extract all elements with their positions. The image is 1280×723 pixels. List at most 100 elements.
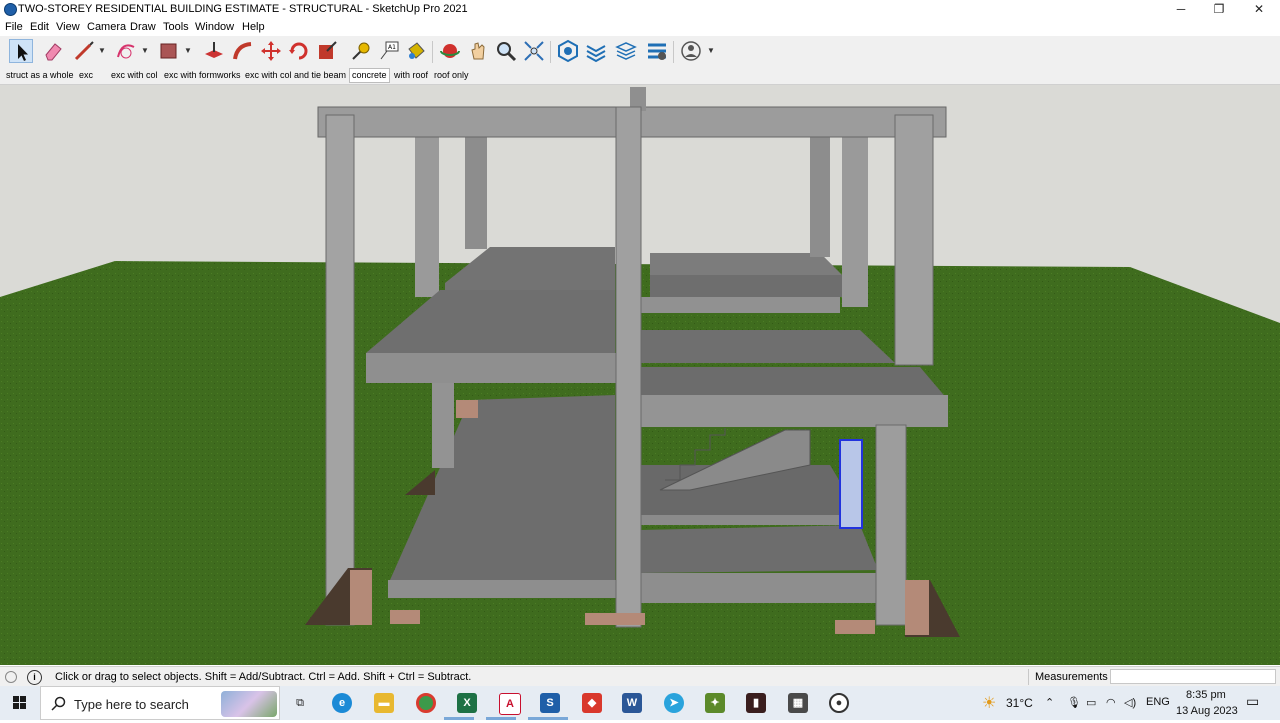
- search-highlight-image: [221, 691, 277, 717]
- layout-icon[interactable]: [614, 39, 638, 63]
- eraser-icon[interactable]: [41, 39, 65, 63]
- battery-icon[interactable]: ▭: [1086, 696, 1096, 709]
- chevron-down-icon[interactable]: ▼: [707, 46, 715, 55]
- move-icon[interactable]: [259, 39, 283, 63]
- sketchup-taskbar-icon[interactable]: S: [540, 693, 560, 713]
- chevron-down-icon[interactable]: ▼: [98, 46, 106, 55]
- volume-icon[interactable]: ◁): [1124, 696, 1136, 709]
- scene-tab-exc[interactable]: exc: [77, 69, 95, 82]
- spreadsheet-app-icon[interactable]: ✦: [705, 693, 725, 713]
- push-pull-icon[interactable]: [202, 39, 226, 63]
- wifi-icon[interactable]: ◠: [1106, 696, 1116, 709]
- recorder-icon[interactable]: ●: [829, 693, 849, 713]
- weather-icon[interactable]: ☀: [982, 693, 996, 713]
- scene-tab-with-roof[interactable]: with roof: [392, 69, 430, 82]
- arc-icon[interactable]: [114, 39, 138, 63]
- weather-temperature[interactable]: 31°C: [1006, 696, 1033, 710]
- restore-button[interactable]: ❐: [1199, 0, 1239, 20]
- pan-icon[interactable]: [466, 39, 490, 63]
- scene-tab-exc-with-col[interactable]: exc with col: [109, 69, 160, 82]
- chevron-down-icon[interactable]: ▼: [184, 46, 192, 55]
- status-divider: [1028, 669, 1029, 685]
- chrome-icon[interactable]: [416, 693, 436, 713]
- notification-icon[interactable]: ▭: [1246, 693, 1259, 710]
- sketchup-red-icon[interactable]: ◆: [582, 693, 602, 713]
- toolbar-separator: [432, 41, 433, 63]
- second-floor-slab-right: [640, 330, 895, 363]
- paint-bucket-icon[interactable]: [404, 39, 428, 63]
- close-button[interactable]: ✕: [1239, 0, 1279, 20]
- scene-tab-struct-as-a-whole[interactable]: struct as a whole: [4, 69, 76, 82]
- edge-browser-icon[interactable]: e: [332, 693, 352, 713]
- taskbar-search-box[interactable]: Type here to search: [40, 686, 280, 720]
- file-explorer-icon[interactable]: ▬: [374, 693, 394, 713]
- menu-view[interactable]: View: [56, 21, 80, 33]
- chevron-down-icon[interactable]: ▼: [141, 46, 149, 55]
- scene-tab-roof-only[interactable]: roof only: [432, 69, 471, 82]
- selected-stair-rail: [839, 439, 863, 529]
- windows-taskbar: Type here to search ⧉ e ▬ X A S ◆ W ➤ ✦ …: [0, 686, 1280, 720]
- zoom-icon[interactable]: [494, 39, 518, 63]
- telegram-icon[interactable]: ➤: [664, 693, 684, 713]
- menu-window[interactable]: Window: [195, 21, 234, 33]
- scene-tab-exc-with-col-and-tie-beam[interactable]: exc with col and tie beam: [243, 69, 348, 82]
- warehouse-icon[interactable]: [556, 39, 580, 63]
- word-icon[interactable]: W: [622, 693, 642, 713]
- menu-camera[interactable]: Camera: [87, 21, 126, 33]
- footing: [585, 613, 645, 625]
- menu-draw[interactable]: Draw: [130, 21, 156, 33]
- sketchup-app-icon: [4, 3, 17, 16]
- ground-floor-slab-right: [640, 525, 878, 573]
- zoom-extents-icon[interactable]: [522, 39, 546, 63]
- follow-me-icon[interactable]: [231, 39, 255, 63]
- middle-column: [432, 383, 454, 468]
- task-view-icon[interactable]: ⧉: [290, 693, 310, 713]
- status-bar: i Click or drag to select objects. Shift…: [0, 666, 1280, 687]
- measurements-label: Measurements: [1035, 671, 1108, 683]
- menu-file[interactable]: File: [5, 21, 23, 33]
- scale-icon[interactable]: [315, 39, 339, 63]
- window-title: TWO-STOREY RESIDENTIAL BUILDING ESTIMATE…: [18, 3, 468, 15]
- measurements-input[interactable]: [1110, 669, 1276, 684]
- windows-start-button[interactable]: [0, 686, 40, 720]
- menu-edit[interactable]: Edit: [30, 21, 49, 33]
- autocad-icon[interactable]: A: [499, 693, 521, 715]
- clock-date[interactable]: 13 Aug 2023: [1176, 705, 1238, 717]
- line-icon[interactable]: [72, 39, 96, 63]
- geolocation-icon[interactable]: [5, 671, 17, 683]
- extension-manager-icon[interactable]: [645, 39, 669, 63]
- scene-tab-exc-with-formworks[interactable]: exc with formworks: [162, 69, 243, 82]
- menu-bar: File Edit View Camera Draw Tools Window …: [0, 20, 1280, 36]
- menu-tools[interactable]: Tools: [163, 21, 189, 33]
- front-column: [325, 114, 355, 626]
- excel-icon[interactable]: X: [457, 693, 477, 713]
- front-column: [875, 424, 907, 626]
- extension-warehouse-icon[interactable]: [584, 39, 608, 63]
- footing: [456, 400, 478, 418]
- minimize-button[interactable]: ─: [1161, 0, 1201, 20]
- search-placeholder: Type here to search: [74, 697, 189, 712]
- select-icon[interactable]: [9, 39, 33, 63]
- status-message: Click or drag to select objects. Shift =…: [55, 671, 472, 683]
- model-viewport[interactable]: [0, 85, 1280, 665]
- scene-tabs: struct as a whole exc exc with col exc w…: [0, 68, 1280, 85]
- info-icon[interactable]: i: [27, 670, 42, 685]
- media-app-icon[interactable]: ▮: [746, 693, 766, 713]
- orbit-icon[interactable]: [438, 39, 462, 63]
- scene-tab-concrete[interactable]: concrete: [349, 68, 390, 83]
- language-indicator[interactable]: ENG: [1146, 696, 1170, 708]
- footing: [390, 610, 420, 624]
- microphone-icon[interactable]: 🎙: [1067, 696, 1081, 709]
- account-icon[interactable]: [679, 39, 703, 63]
- rectangle-icon[interactable]: [157, 39, 181, 63]
- menu-help[interactable]: Help: [242, 21, 265, 33]
- calculator-icon[interactable]: ▦: [788, 693, 808, 713]
- tape-measure-icon[interactable]: [349, 39, 373, 63]
- rotate-icon[interactable]: [287, 39, 311, 63]
- clock-time[interactable]: 8:35 pm: [1186, 689, 1226, 701]
- text-icon[interactable]: A1: [377, 39, 401, 63]
- chevron-up-icon[interactable]: ⌃: [1045, 696, 1054, 709]
- back-column: [465, 137, 487, 249]
- search-icon: [51, 696, 66, 711]
- svg-text:A1: A1: [388, 44, 396, 51]
